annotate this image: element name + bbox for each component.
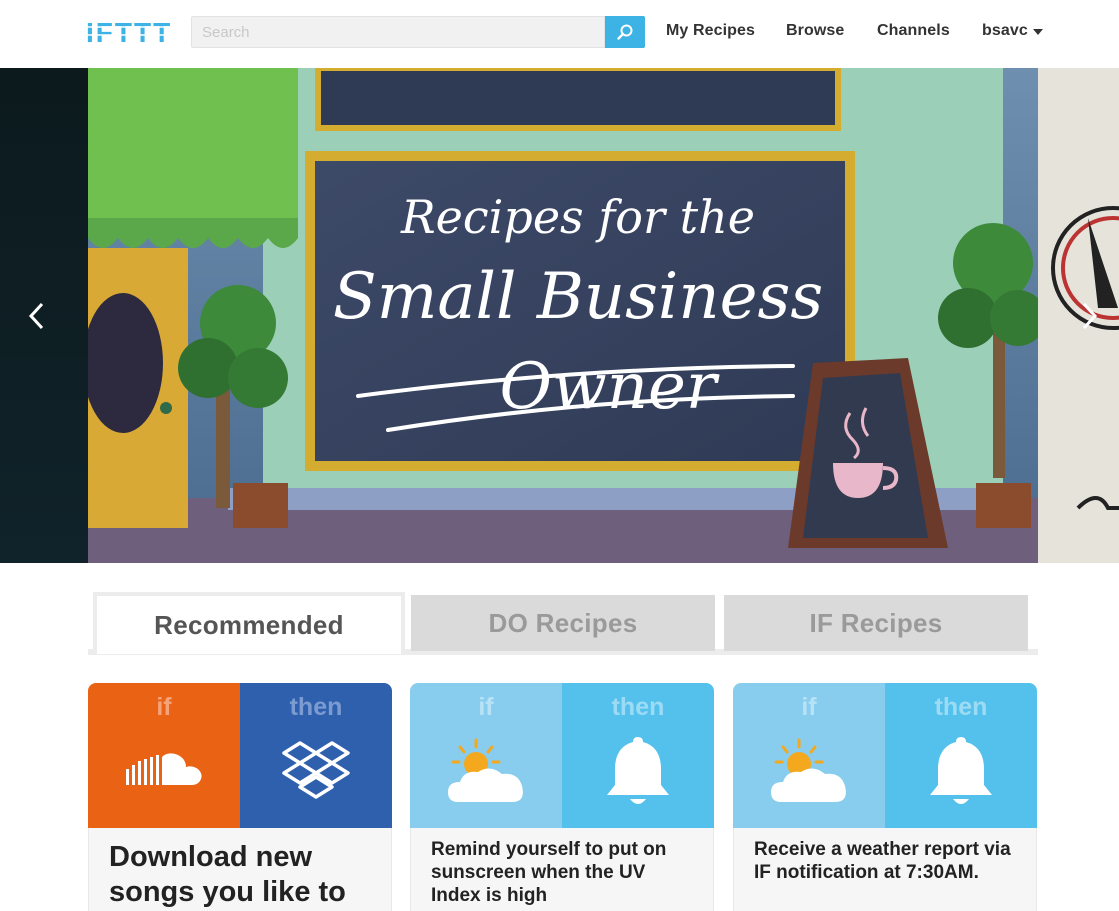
search-icon [617,24,633,40]
user-menu[interactable]: bsavc [982,22,1043,40]
bell-icon [885,731,1037,811]
carousel-prev-button[interactable] [22,296,50,336]
weather-icon [733,731,885,811]
tab-recommended[interactable]: Recommended [93,592,405,654]
carousel-next-button[interactable] [1076,296,1104,336]
hero-slide[interactable]: Recipes for the Small Business Owner [83,68,1046,563]
nav-my-recipes[interactable]: My Recipes [666,22,755,40]
soundcloud-icon [88,731,240,811]
recipe-card[interactable]: if then Download new songs you like to [88,683,392,911]
hero-heading-line1: Recipes for the [400,190,755,244]
chevron-right-icon [1082,302,1098,330]
trigger-panel: if [88,683,240,828]
action-panel: then [562,683,714,828]
top-header: IFTTT My Recipes Browse Channels bsavc [0,0,1119,68]
then-label: then [611,693,665,721]
trigger-panel: if [410,683,562,828]
hero-heading-line2: Small Business [333,260,823,334]
recipe-title: Remind yourself to put on sunscreen when… [410,828,714,911]
dropbox-icon [240,731,392,811]
if-label: if [478,693,494,721]
bell-icon [562,731,714,811]
weather-icon [410,731,562,811]
nav-channels[interactable]: Channels [877,22,950,40]
recipe-card[interactable]: if then Receive a weather report via IF … [733,683,1037,911]
hero-carousel: Recipes for the Small Business Owner [0,68,1119,563]
tab-if-recipes[interactable]: IF Recipes [724,595,1028,651]
if-label: if [156,693,172,721]
nav-browse[interactable]: Browse [786,22,844,40]
chevron-down-icon [1032,29,1043,35]
storefront-illustration: Recipes for the Small Business Owner [83,68,1046,563]
recipe-title: Receive a weather report via IF notifica… [733,828,1037,911]
then-label: then [934,693,988,721]
action-panel: then [885,683,1037,828]
chevron-left-icon [28,302,44,330]
search-button[interactable] [605,16,645,48]
if-label: if [801,693,817,721]
logo-text: IFTTT [86,18,172,46]
action-panel: then [240,683,392,828]
trigger-panel: if [733,683,885,828]
recipe-card[interactable]: if then Remind yourself to put on sunscr… [410,683,714,911]
hero-heading-line3: Owner [500,350,720,424]
tab-do-recipes[interactable]: DO Recipes [411,595,715,651]
recipe-title: Download new songs you like to [88,828,392,911]
then-label: then [289,693,343,721]
username: bsavc [982,22,1028,39]
ifttt-logo[interactable]: IFTTT [86,17,174,48]
search-input[interactable] [191,16,605,48]
